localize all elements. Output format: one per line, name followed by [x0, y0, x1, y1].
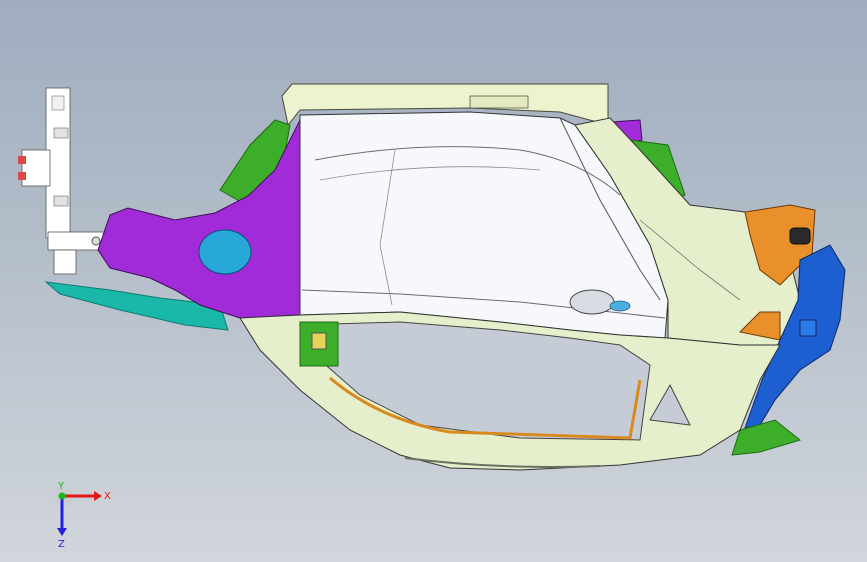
y-axis-label: Y [57, 481, 65, 492]
z-axis-label: Z [58, 539, 65, 550]
y-axis-dot [58, 492, 66, 500]
3d-viewport[interactable]: X Y Z [0, 0, 867, 562]
x-axis-arrow [94, 491, 102, 501]
axis-triad: X Y Z [54, 481, 111, 550]
z-axis-arrow [57, 528, 67, 536]
car-body-side-model[interactable] [0, 0, 867, 562]
x-axis-label: X [104, 491, 111, 502]
